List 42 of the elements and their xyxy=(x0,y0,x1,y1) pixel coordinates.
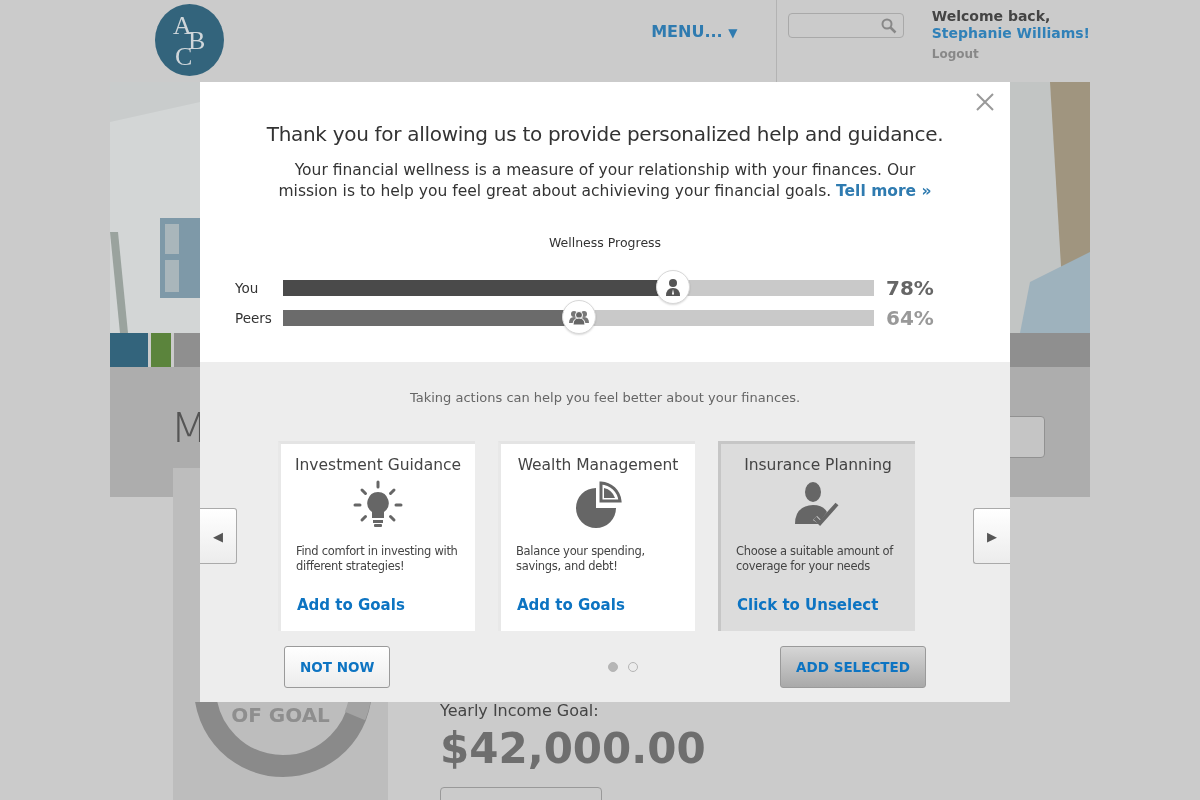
card-description: Choose a suitable amount of coverage for your needs xyxy=(736,544,895,575)
person-icon xyxy=(656,270,691,304)
close-icon[interactable] xyxy=(976,93,994,111)
actions-caption: Taking actions can help you feel better about your finances. xyxy=(409,390,801,405)
card-action-link[interactable]: Click to Unselect xyxy=(737,596,879,614)
search-icon[interactable] xyxy=(880,18,897,34)
not-now-button[interactable]: NOT NOW xyxy=(284,646,391,688)
welcome-text: Welcome back, xyxy=(931,8,1051,24)
intro-text: Your financial wellness is a measure of your relationship with your finances. Our mission is to help you feel great about achivieving your financial goals. Tell more » xyxy=(277,160,933,202)
color-tab[interactable] xyxy=(151,333,171,367)
card-title: Insurance Planning xyxy=(744,456,892,474)
tell-more-link[interactable]: Tell more » xyxy=(836,182,932,200)
card-description: Balance your spending, savings, and debt! xyxy=(516,544,646,575)
action-card[interactable]: Wealth Management Balance your spending, savings, and debt! Add to Goals xyxy=(498,441,695,631)
logo[interactable]: AB C xyxy=(155,4,225,76)
progress-label: Peers xyxy=(235,310,273,326)
page-dot[interactable] xyxy=(608,662,619,672)
user-name-link[interactable]: Stephanie Williams! xyxy=(931,25,1090,41)
card-description: Find comfort in investing with different strategies! xyxy=(296,544,459,575)
progress-title: Wellness Progress xyxy=(548,235,662,250)
card-action-link[interactable]: Add to Goals xyxy=(297,596,405,614)
next-button[interactable]: ▶ xyxy=(973,508,1010,564)
income-goal-value: $42,000.00 xyxy=(440,724,706,773)
card-title: Investment Guidance xyxy=(294,456,462,474)
lightbulb-icon xyxy=(353,480,403,530)
dialog-title: Thank you for allowing us to provide personalized help and guidance. xyxy=(266,122,944,146)
progress-reading: 78% xyxy=(886,276,934,300)
action-card[interactable]: Insurance Planning Choose a suitable amount of coverage for your needs Click to Unselect xyxy=(718,441,915,631)
page-dot[interactable] xyxy=(628,662,639,672)
search-field[interactable] xyxy=(788,13,904,38)
income-goal-label: Yearly Income Goal: xyxy=(440,701,599,720)
color-tab[interactable] xyxy=(110,333,148,367)
card-title: Wealth Management xyxy=(517,456,679,474)
previous-button[interactable]: ◀ xyxy=(200,508,237,564)
card-action-link[interactable]: Add to Goals xyxy=(517,596,625,614)
add-selected-button[interactable]: ADD SELECTED xyxy=(780,646,926,688)
progress-reading: 64% xyxy=(886,306,934,330)
menu-button[interactable]: MENU... ▼ xyxy=(651,22,738,41)
progress-label: You xyxy=(235,280,260,296)
group-icon xyxy=(561,300,596,334)
pie-chart-icon xyxy=(573,480,623,530)
action-card[interactable]: Investment Guidance Find comfort in investing with different strategies! Add to Goals xyxy=(278,441,475,631)
